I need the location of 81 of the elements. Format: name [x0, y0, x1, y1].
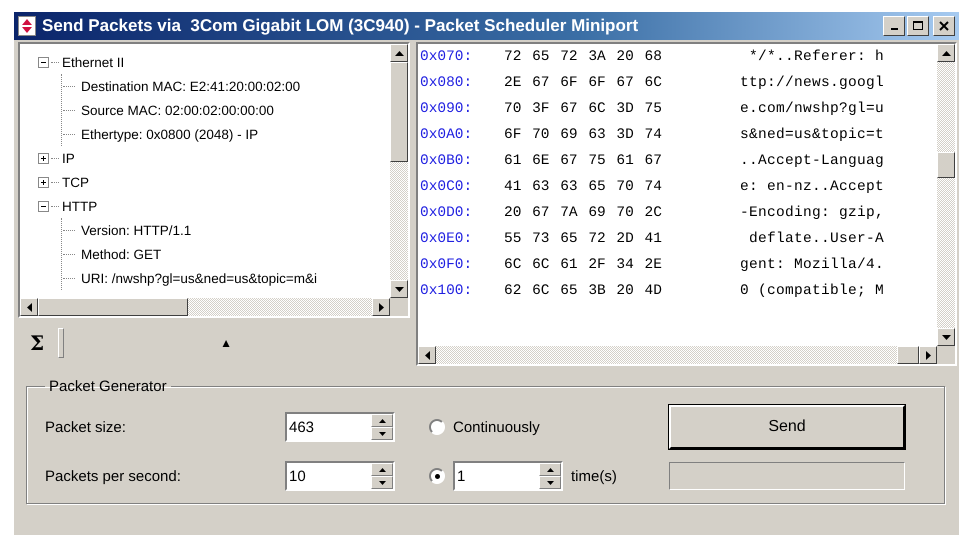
hex-offset: 0x070: — [420, 49, 474, 67]
scrollbar-corner — [937, 346, 955, 364]
window-title: Send Packets via 3Com Gigabit LOM (3C940) - Packet Scheduler Miniport — [42, 16, 640, 36]
tree-item[interactable]: IP — [62, 150, 75, 166]
collapse-icon[interactable] — [38, 56, 49, 68]
up-arrow-icon[interactable] — [942, 50, 950, 56]
tree-item[interactable]: Version: HTTP/1.1 — [81, 222, 192, 238]
expand-arrow-button[interactable]: ▲ — [220, 336, 232, 350]
ascii-text: s&ned=us&topic=t — [740, 127, 884, 145]
scroll-thumb[interactable] — [937, 152, 955, 178]
right-arrow-icon[interactable] — [378, 302, 384, 312]
hex-offset: 0x0C0: — [420, 179, 474, 197]
tree-item[interactable]: HTTP — [62, 198, 98, 214]
hex-bytes: 55 73 65 72 2D 41 — [504, 231, 663, 249]
left-arrow-icon[interactable] — [424, 350, 430, 360]
maximize-button[interactable] — [907, 16, 929, 36]
close-button[interactable] — [933, 16, 955, 36]
down-arrow-icon[interactable] — [942, 334, 950, 340]
scroll-thumb[interactable] — [897, 346, 919, 364]
hex-bytes: 2E 67 6F 6F 67 6C — [504, 75, 663, 93]
ascii-text: */*..Referer: h — [748, 49, 884, 67]
hex-bytes: 20 67 7A 69 70 2C — [504, 205, 663, 223]
hex-offset: 0x0E0: — [420, 231, 474, 249]
hex-offset: 0x100: — [420, 283, 474, 301]
tree-item[interactable]: Ethernet II — [62, 54, 124, 70]
app-icon — [18, 16, 36, 36]
hex-offset: 0x080: — [420, 75, 474, 93]
tree-item[interactable]: Source MAC: 02:00:02:00:00:00 — [81, 102, 274, 118]
close-icon — [939, 21, 949, 31]
ascii-text: deflate..User-A — [748, 231, 884, 249]
down-arrow-icon[interactable] — [394, 286, 404, 292]
send-button[interactable]: Send — [669, 405, 905, 449]
scrollbar-corner — [390, 298, 408, 316]
hex-offset: 0x0A0: — [420, 127, 474, 145]
tree-item[interactable]: Method: GET — [81, 246, 162, 262]
hex-bytes: 62 6C 65 3B 20 4D — [504, 283, 663, 301]
hex-bytes: 6C 6C 61 2F 34 2E — [504, 257, 663, 275]
tree-item[interactable]: Ethertype: 0x0800 (2048) - IP — [81, 126, 258, 142]
expand-icon[interactable] — [38, 152, 49, 164]
splitter-handle[interactable] — [58, 328, 64, 358]
hex-offset: 0x0F0: — [420, 257, 474, 275]
hex-bytes: 70 3F 67 6C 3D 75 — [504, 101, 663, 119]
vertical-scrollbar[interactable] — [937, 44, 955, 346]
ascii-text: gent: Mozilla/4. — [740, 257, 884, 275]
field-label: Packet size: — [45, 418, 127, 436]
hex-bytes: 61 6E 67 75 61 67 — [504, 153, 663, 171]
scroll-thumb[interactable] — [38, 298, 188, 316]
ascii-text: ttp://news.googl — [740, 75, 884, 93]
collapse-icon[interactable] — [38, 200, 49, 212]
radio-label[interactable]: Continuously — [453, 418, 540, 436]
ascii-text: ..Accept-Languag — [740, 153, 884, 171]
unit-label: time(s) — [571, 468, 617, 484]
hex-offset: 0x090: — [420, 101, 474, 119]
tree-item[interactable]: Destination MAC: E2:41:20:00:02:00 — [81, 78, 300, 94]
scroll-thumb[interactable] — [390, 62, 408, 162]
ascii-text: 0 (compatible; M — [740, 283, 884, 301]
hex-bytes: 72 65 72 3A 20 68 — [504, 49, 663, 67]
horizontal-scrollbar[interactable] — [20, 298, 408, 316]
group-title: Packet Generator — [48, 378, 168, 395]
ascii-text: e.com/nwshp?gl=u — [740, 101, 884, 119]
horizontal-scrollbar[interactable] — [418, 346, 955, 364]
hex-bytes: 41 63 63 65 70 74 — [504, 179, 663, 197]
minimize-button[interactable] — [883, 16, 905, 36]
up-arrow-icon[interactable] — [394, 50, 404, 56]
hex-bytes: 6F 70 69 63 3D 74 — [504, 127, 663, 145]
radio-button[interactable] — [429, 419, 445, 435]
minimize-icon — [890, 28, 898, 30]
sum-button[interactable]: Σ — [22, 331, 52, 355]
hex-offset: 0x0D0: — [420, 205, 474, 223]
maximize-icon — [913, 21, 923, 31]
hex-offset: 0x0B0: — [420, 153, 474, 171]
right-arrow-icon[interactable] — [926, 350, 930, 360]
left-arrow-icon[interactable] — [26, 302, 32, 312]
vertical-scrollbar[interactable] — [390, 44, 408, 298]
ascii-text: -Encoding: gzip, — [740, 205, 884, 223]
ascii-text: e: en-nz..Accept — [740, 179, 884, 197]
tree-item[interactable]: URI: /nwshp?gl=us&ned=us&topic=m&i — [81, 270, 318, 286]
radio-button[interactable] — [429, 468, 445, 484]
expand-icon[interactable] — [38, 176, 49, 188]
field-label: Packets per second: — [45, 468, 182, 484]
tree-item[interactable]: TCP — [62, 174, 89, 190]
